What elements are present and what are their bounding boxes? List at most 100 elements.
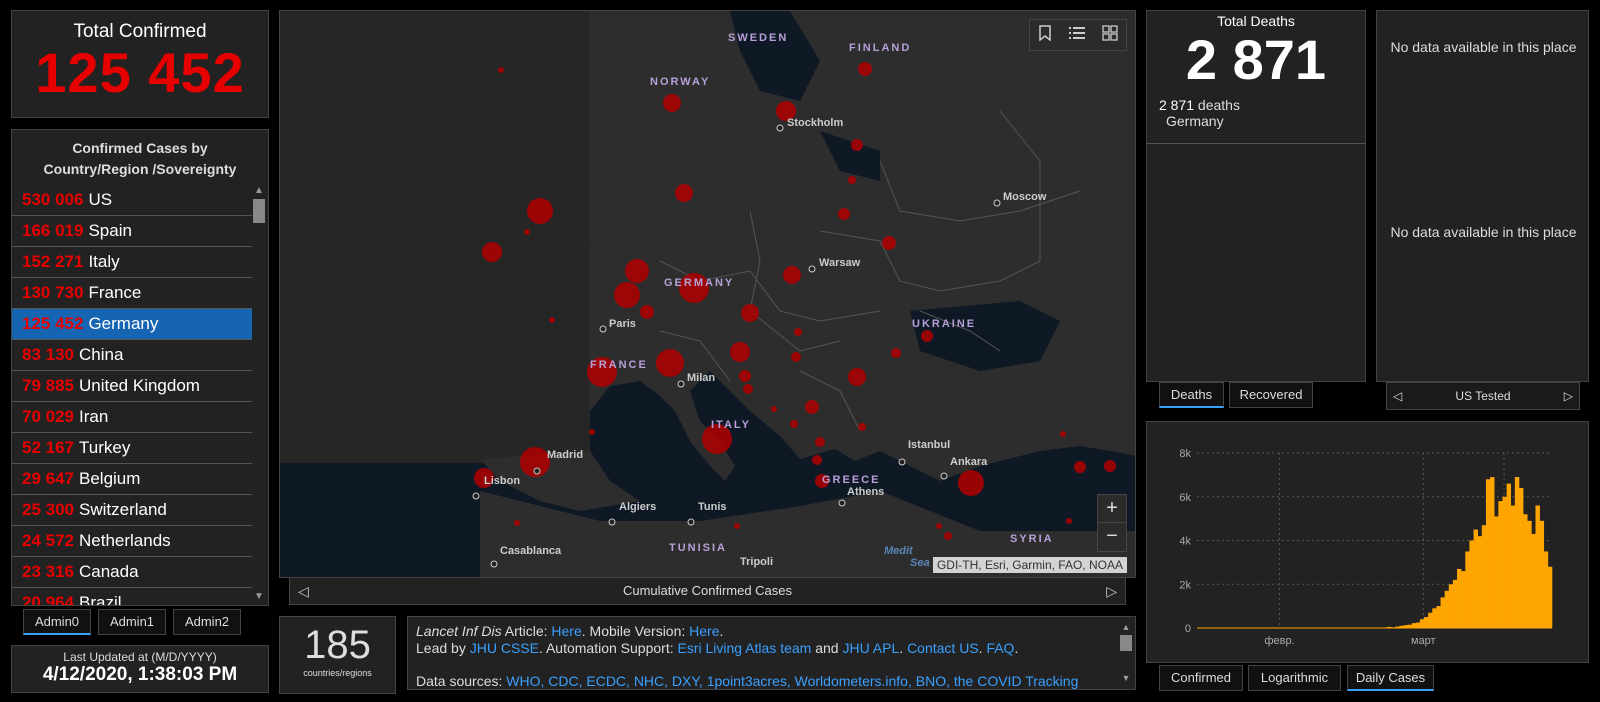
article-here-link[interactable]: Here: [551, 623, 581, 639]
country-list-item[interactable]: 125 452 Germany: [12, 309, 252, 340]
tab-recovered[interactable]: Recovered: [1229, 382, 1313, 408]
country-list-item[interactable]: 83 130 China: [12, 340, 252, 371]
dot: .: [719, 623, 724, 639]
daily-cases-bar: [1469, 540, 1474, 628]
scroll-thumb[interactable]: [253, 199, 265, 223]
map-label-milan: Milan: [687, 372, 716, 384]
last-updated-panel: Last Updated at (M/D/YYYY) 4/12/2020, 1:…: [11, 645, 269, 693]
lead-by-label: Lead by: [416, 640, 470, 656]
daily-cases-bar: [1444, 590, 1450, 628]
scroll-up-icon[interactable]: ▲: [1119, 619, 1133, 636]
tested-prev-icon[interactable]: ◁: [1393, 383, 1402, 409]
country-list-scrollbar[interactable]: ▲ ▼: [252, 185, 266, 603]
caption-prev-icon[interactable]: ◁: [298, 578, 309, 604]
country-list-item[interactable]: 166 019 Spain: [12, 216, 252, 247]
contact-us-link[interactable]: Contact US: [907, 640, 979, 656]
info-line-3: Data sources: WHO, CDC, ECDC, NHC, DXY, …: [416, 673, 1127, 689]
country-name: Belgium: [79, 469, 141, 488]
country-case-count: 83 130: [22, 345, 74, 364]
daily-cases-bar: [1411, 623, 1417, 628]
daily-cases-bar: [1514, 477, 1520, 628]
esri-link[interactable]: Esri Living Atlas team: [677, 640, 811, 656]
mobile-here-link[interactable]: Here: [689, 623, 719, 639]
jhu-apl-link[interactable]: JHU APL: [842, 640, 899, 656]
country-list-item[interactable]: 20 964 Brazil: [12, 588, 252, 605]
basemap-gallery-icon[interactable]: [1101, 24, 1118, 46]
tab-daily-cases-chart[interactable]: Daily Cases: [1347, 665, 1434, 691]
caption-next-icon[interactable]: ▷: [1106, 578, 1117, 604]
x-tick-label: февр.: [1264, 635, 1294, 647]
country-list-item[interactable]: 29 647 Belgium: [12, 464, 252, 495]
country-list-item[interactable]: 130 730 France: [12, 278, 252, 309]
map-caption: Cumulative Confirmed Cases: [622, 583, 793, 598]
scroll-down-icon[interactable]: ▼: [252, 591, 266, 603]
zoom-in-button[interactable]: +: [1098, 495, 1126, 523]
country-case-count: 52 167: [22, 438, 74, 457]
map-view[interactable]: SWEDEN FINLAND NORWAY Stockholm Moscow W…: [279, 10, 1136, 578]
faq-link[interactable]: FAQ: [986, 640, 1014, 656]
country-case-count: 166 019: [22, 221, 84, 240]
countries-count-panel: 185 countries/regions: [279, 616, 396, 694]
daily-cases-chart-panel: 0 2k 4k 6k 8k февр. март: [1146, 421, 1589, 663]
zoom-out-button[interactable]: −: [1098, 523, 1126, 550]
country-list-item[interactable]: 25 300 Switzerland: [12, 495, 252, 526]
country-case-count: 530 006: [22, 190, 84, 209]
country-list-item[interactable]: 530 006 US: [12, 185, 252, 216]
daily-cases-bar: [1386, 626, 1392, 628]
country-name: Italy: [88, 252, 120, 271]
tab-admin2[interactable]: Admin2: [173, 609, 241, 635]
map-label-tunis: Tunis: [698, 501, 727, 513]
lancet-label: Lancet Inf Dis: [416, 623, 502, 639]
daily-cases-bar: [1395, 626, 1400, 628]
bookmark-icon[interactable]: [1038, 24, 1052, 46]
y-tick-label: 0: [1185, 623, 1191, 635]
deaths-detail-value: 2 871: [1159, 97, 1195, 113]
map-label-sweden: SWEDEN: [728, 32, 789, 44]
info-line-2: Lead by JHU CSSE. Automation Support: Es…: [416, 640, 1127, 657]
tab-admin0[interactable]: Admin0: [23, 609, 91, 635]
country-list-item[interactable]: 52 167 Turkey: [12, 433, 252, 464]
deaths-detail: 2 871 deaths Germany: [1147, 91, 1365, 144]
scroll-thumb[interactable]: [1120, 635, 1132, 651]
country-name: China: [79, 345, 124, 364]
daily-cases-bar: [1481, 525, 1487, 628]
country-name: Spain: [88, 221, 132, 240]
country-case-count: 24 572: [22, 531, 74, 550]
deaths-panel: Total Deaths 2 871 2 871 deaths Germany: [1146, 10, 1366, 382]
info-scrollbar[interactable]: ▲ ▼: [1119, 619, 1133, 687]
scroll-down-icon[interactable]: ▼: [1119, 670, 1133, 687]
y-tick-label: 6k: [1179, 492, 1191, 504]
legend-list-icon[interactable]: [1068, 26, 1085, 45]
x-tick-label: март: [1411, 635, 1436, 647]
daily-cases-bar: [1477, 536, 1483, 628]
tested-next-icon[interactable]: ▷: [1564, 383, 1573, 409]
map-canvas[interactable]: [280, 11, 1136, 578]
last-updated-value: 4/12/2020, 1:38:03 PM: [42, 664, 238, 685]
y-tick-label: 4k: [1179, 536, 1191, 548]
daily-cases-bar: [1535, 505, 1540, 628]
tab-deaths[interactable]: Deaths: [1159, 382, 1224, 408]
country-list-item[interactable]: 79 885 United Kingdom: [12, 371, 252, 402]
country-list-item[interactable]: 70 029 Iran: [12, 402, 252, 433]
daily-cases-bar: [1473, 529, 1478, 628]
country-list-item[interactable]: 152 271 Italy: [12, 247, 252, 278]
tested-panel: No data available in this place No data …: [1376, 10, 1589, 382]
country-name: United Kingdom: [79, 376, 200, 395]
country-list-item[interactable]: 23 316 Canada: [12, 557, 252, 588]
country-list-item[interactable]: 24 572 Netherlands: [12, 526, 252, 557]
country-name: Iran: [79, 407, 109, 426]
tab-logarithmic-chart[interactable]: Logarithmic: [1248, 665, 1341, 691]
scroll-up-icon[interactable]: ▲: [252, 185, 266, 197]
map-label-warsaw: Warsaw: [819, 257, 861, 269]
last-updated-label: Last Updated at (M/D/YYYY): [63, 650, 217, 664]
daily-cases-bar: [1527, 520, 1532, 628]
tab-confirmed-chart[interactable]: Confirmed: [1159, 665, 1243, 691]
daily-cases-bar: [1415, 622, 1421, 628]
tab-admin1[interactable]: Admin1: [98, 609, 166, 635]
jhu-csse-link[interactable]: JHU CSSE: [470, 640, 539, 656]
daily-cases-bar: [1457, 568, 1462, 628]
countries-count-value: 185: [304, 623, 371, 667]
country-case-count: 130 730: [22, 283, 84, 302]
dot: .: [899, 640, 908, 656]
data-sources-links[interactable]: WHO, CDC, ECDC, NHC, DXY, 1point3acres, …: [506, 673, 1078, 689]
